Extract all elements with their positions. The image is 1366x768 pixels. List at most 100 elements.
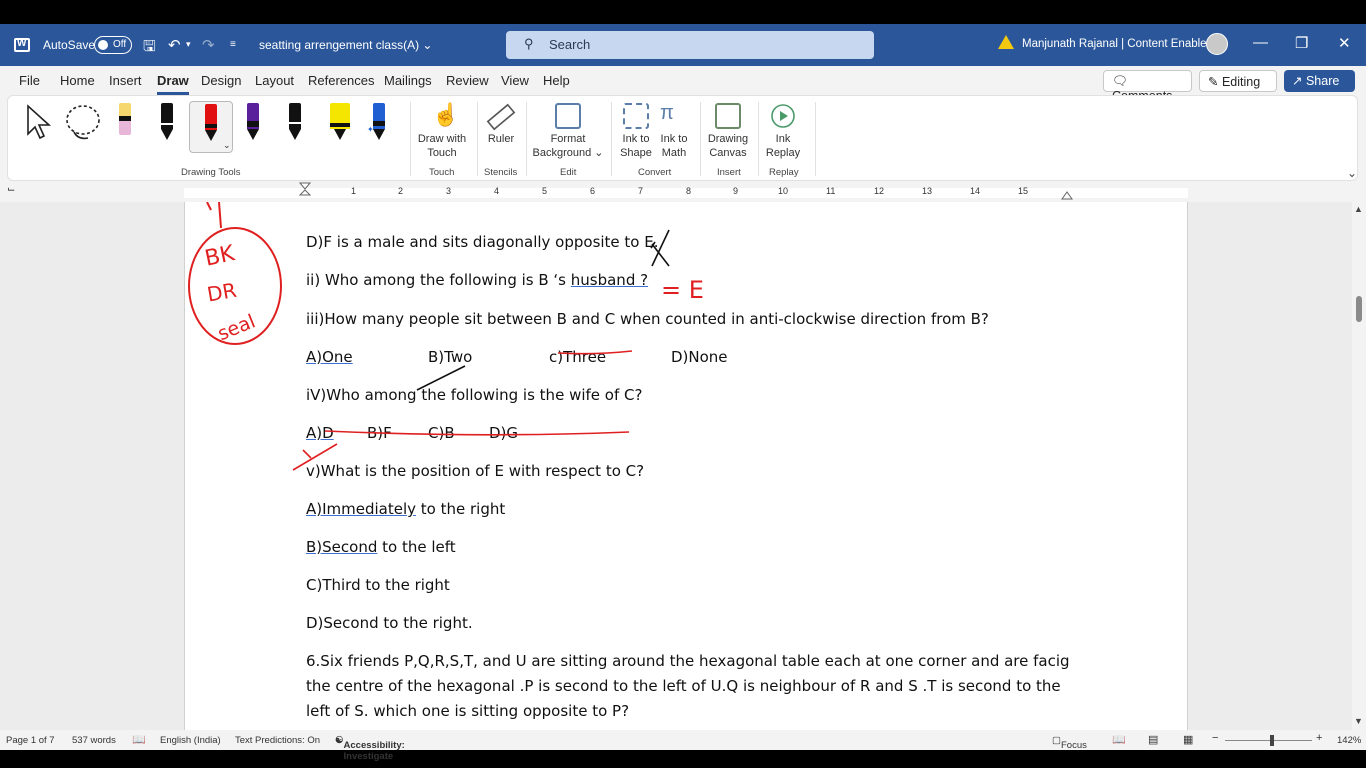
q5-option-b: B)Second to the left [306,538,456,556]
ink-to-math-button[interactable]: Ink to Math [656,132,692,160]
drawing-canvas-icon[interactable] [715,103,741,129]
editing-button[interactable]: ✎ Editing ⌄ [1199,70,1277,104]
tab-draw[interactable]: Draw [157,73,189,95]
zoom-level[interactable]: 142% [1337,735,1361,746]
ink-note-dr: DR [205,278,238,307]
pen-red-selected[interactable]: ⌄ [189,101,233,153]
lasso-select-icon[interactable] [64,102,104,142]
tab-home[interactable]: Home [60,73,95,88]
pen-galaxy-icon[interactable] [286,103,304,141]
scroll-up-icon[interactable]: ▲ [1354,204,1363,214]
avatar[interactable] [1206,33,1228,55]
highlighter-pink-icon[interactable] [116,103,134,141]
ruler-button[interactable]: Ruler [481,132,521,146]
ruler-number: 1 [351,186,357,196]
pen-black-icon[interactable] [158,103,176,141]
ruler-number: 6 [590,186,596,196]
tab-view[interactable]: View [501,73,529,88]
language[interactable]: English (India) [160,735,221,746]
restore-button[interactable]: ❐ [1295,34,1308,52]
comments-button[interactable]: 🗨 Comments [1103,70,1192,103]
tab-references[interactable]: References [308,73,374,88]
select-arrow-icon[interactable] [24,104,54,142]
ruler-number: 8 [686,186,692,196]
drawing-tools-label: Drawing Tools [181,167,241,178]
pen-purple-icon[interactable] [244,103,262,141]
zoom-slider-thumb[interactable] [1270,735,1274,746]
user-name[interactable]: Manjunath Rajanal | Content Enablers [1022,38,1216,50]
read-mode-icon[interactable]: 📖 [1112,733,1126,746]
print-layout-icon[interactable]: ▤ [1148,733,1158,746]
convert-group-label: Convert [638,167,672,178]
save-icon[interactable]: 🖫 [143,36,156,61]
word-count[interactable]: 537 words [72,735,116,746]
right-indent-marker-icon[interactable] [1061,190,1073,200]
collapse-ribbon-icon[interactable]: ⌄ [1347,166,1357,180]
tab-insert[interactable]: Insert [109,73,142,88]
autosave-label: AutoSave [43,38,96,52]
zoom-in-icon[interactable]: + [1316,732,1322,744]
q4-option-d: D)G [489,424,519,442]
pen-blue-glitter-icon[interactable]: ✦ [367,103,388,141]
redo-icon[interactable]: ↷ [202,36,215,54]
question-4: iV)Who among the following is the wife o… [306,386,643,404]
draw-with-touch-button[interactable]: Draw with Touch [412,132,472,160]
indent-marker-icon[interactable] [299,182,311,202]
zoom-slider[interactable] [1225,740,1312,741]
ruler-number: 13 [922,186,933,196]
minimize-button[interactable]: — [1253,34,1268,51]
search-box[interactable]: ⚲ Search [506,31,874,59]
scroll-thumb[interactable] [1356,296,1362,322]
tab-design[interactable]: Design [201,73,241,88]
vertical-scrollbar[interactable]: ▲ ▼ [1352,202,1366,730]
husband-link[interactable]: husband ? [571,271,648,289]
tab-selector-icon[interactable]: ⌙ [7,184,15,195]
format-background-button[interactable]: Format Background ⌄ [531,132,605,160]
tab-mailings[interactable]: Mailings [384,73,432,88]
accessibility-status[interactable]: ☯ Accessibility: Investigate [335,735,405,762]
document-page[interactable]: D)F is a male and sits diagonally opposi… [184,202,1188,730]
insert-group-label: Insert [717,167,741,178]
autosave-toggle[interactable]: Off [94,36,132,54]
focus-button[interactable]: ▢ Focus [1052,735,1087,751]
ink-replay-button[interactable]: Ink Replay [762,132,804,160]
ink-answer-e: = E [661,276,704,304]
document-canvas: D)F is a male and sits diagonally opposi… [0,202,1352,730]
document-title[interactable]: seatting arrengement class(A) ⌄ [259,38,432,52]
question-5: v)What is the position of E with respect… [306,462,645,480]
tab-file[interactable]: File [19,73,40,88]
scroll-down-icon[interactable]: ▼ [1354,716,1363,726]
drawing-canvas-button[interactable]: Drawing Canvas [704,132,752,160]
tab-help[interactable]: Help [543,73,570,88]
highlighter-yellow-icon[interactable] [327,103,353,141]
ink-to-shape-icon[interactable] [623,103,649,129]
divider [410,102,411,176]
editing-label: Editing [1221,75,1261,89]
ruler-icon[interactable] [486,102,516,132]
page-count[interactable]: Page 1 of 7 [6,735,55,746]
format-background-icon[interactable] [555,103,581,129]
share-button[interactable]: ↗ Share ⌄ [1284,70,1355,103]
proofing-icon[interactable]: 📖 [132,733,146,746]
customize-toolbar-icon[interactable]: ≡ [230,39,236,50]
close-button[interactable]: ✕ [1338,34,1351,52]
ink-replay-icon[interactable] [769,102,797,130]
stencils-group-label: Stencils [484,167,518,178]
divider [758,102,759,176]
pen-options-chevron-icon[interactable]: ⌄ [223,140,231,151]
tab-review[interactable]: Review [446,73,489,88]
q3-option-c: c)Three [549,348,607,366]
ink-note-seal: seal [215,310,259,345]
touch-hand-icon[interactable]: ☝ [432,102,459,128]
web-layout-icon[interactable]: ▦ [1183,733,1193,746]
ink-to-shape-button[interactable]: Ink to Shape [615,132,657,160]
zoom-out-icon[interactable]: − [1212,732,1218,744]
undo-dropdown-icon[interactable]: ▾ [186,39,191,50]
ink-to-math-icon[interactable]: π [660,102,674,125]
text-predictions[interactable]: Text Predictions: On [235,735,320,746]
divider [700,102,701,176]
tab-layout[interactable]: Layout [255,73,294,88]
ruler-number: 14 [970,186,981,196]
warning-icon[interactable] [998,35,1014,49]
undo-icon[interactable]: ↶ [168,36,181,54]
